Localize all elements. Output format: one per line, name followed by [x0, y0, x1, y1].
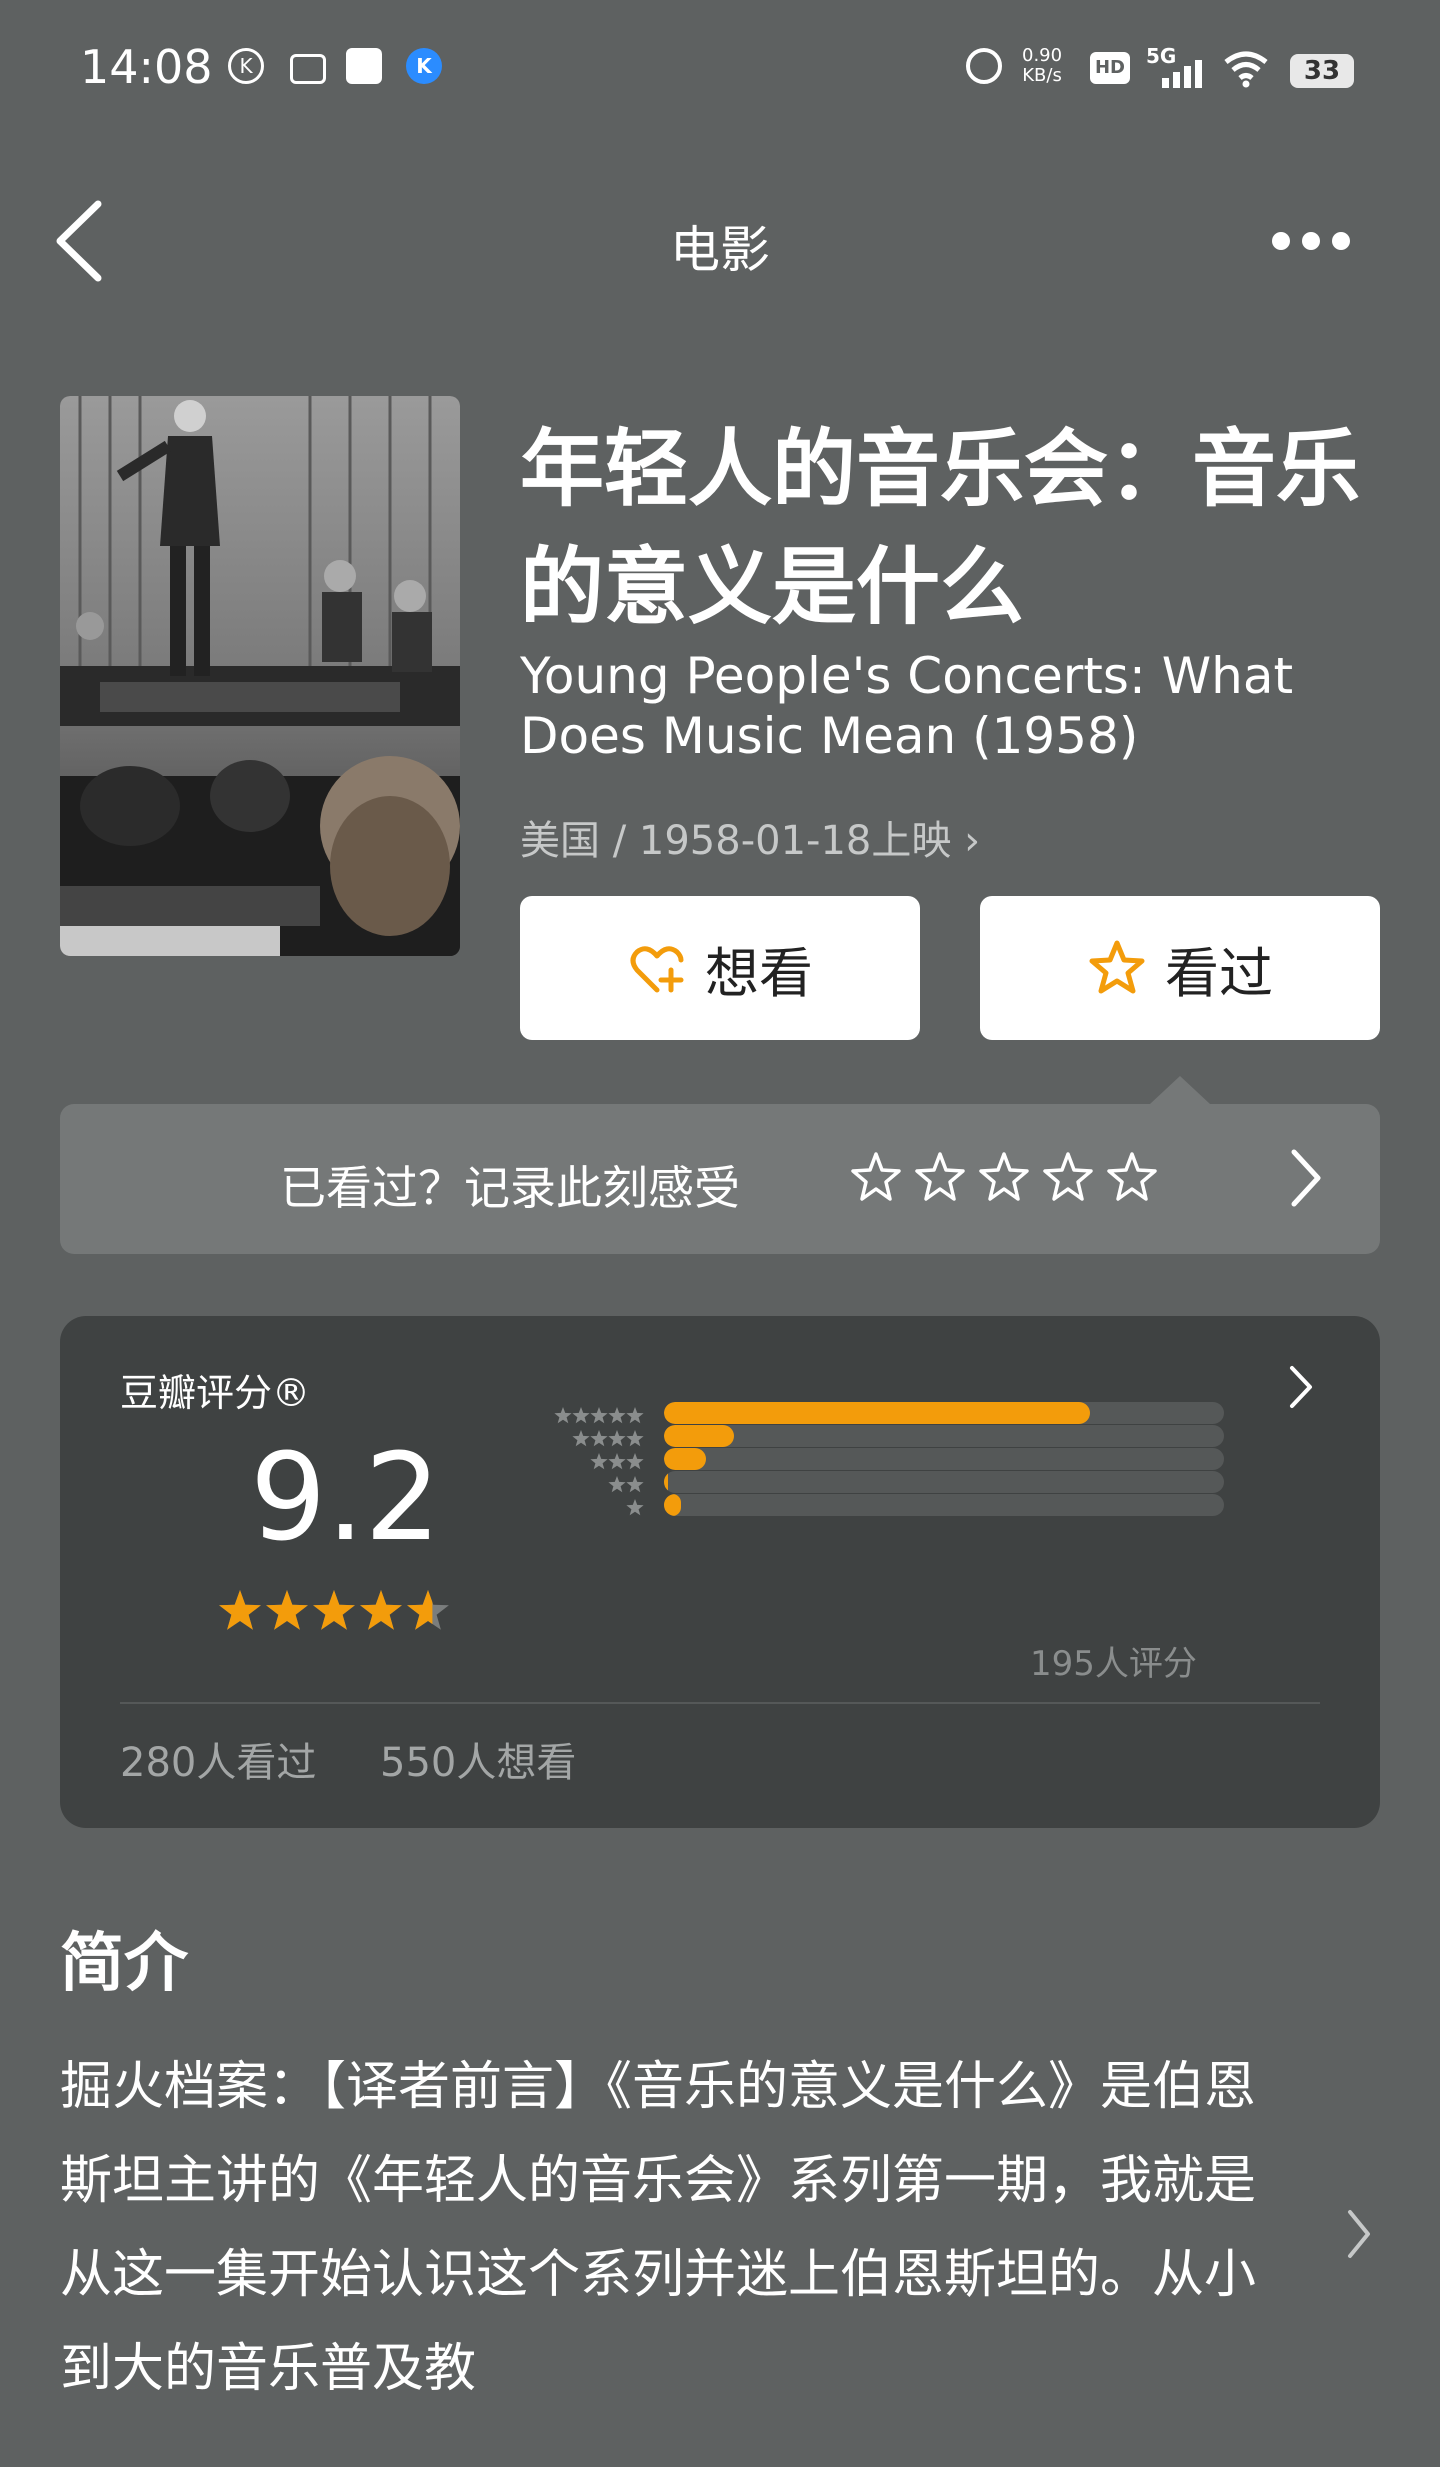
record-prompt: 已看过？记录此刻感受 [280, 1161, 740, 1215]
distribution-star [626, 1453, 644, 1470]
distribution-star [590, 1430, 608, 1447]
star-icon [1089, 940, 1145, 994]
battery-icon: 33 [1290, 54, 1354, 88]
record-rating-bar[interactable]: 已看过？记录此刻感受 [60, 1104, 1380, 1254]
tooltip-pointer [1150, 1076, 1210, 1104]
k-app-icon: K [228, 48, 264, 84]
distribution-star [590, 1407, 608, 1424]
seen-button[interactable]: 看过 [980, 896, 1380, 1040]
alarm-icon [966, 48, 1002, 84]
wifi-icon [1224, 51, 1268, 88]
chevron-right-icon[interactable] [1344, 2206, 1374, 2262]
tv-app-icon [290, 54, 326, 84]
seen-label: 看过 [1165, 941, 1273, 1005]
score-star [219, 1590, 261, 1630]
score-star [360, 1590, 402, 1630]
movie-poster[interactable] [60, 396, 460, 956]
score-star [313, 1590, 355, 1630]
want-label: 想看 [705, 941, 813, 1005]
signal-icon [1162, 60, 1202, 88]
rating-count: 195人评分 [1030, 1644, 1197, 1684]
distribution-star [626, 1430, 644, 1447]
score-star [266, 1590, 308, 1630]
distribution-stars-1 [626, 1499, 644, 1516]
distribution-star [572, 1407, 590, 1424]
distribution-star [608, 1407, 626, 1424]
card-divider [120, 1702, 1320, 1704]
distribution-star [608, 1476, 626, 1493]
more-options-button[interactable] [1262, 222, 1362, 262]
douban-rating-card[interactable]: 豆瓣评分® 9.2 195人评分 280人看过 550人想看 [60, 1316, 1380, 1828]
movie-title: 年轻人的音乐会：音乐的意义是什么 [520, 420, 1361, 636]
distribution-bar-fill [664, 1448, 706, 1470]
app-square-icon [346, 48, 382, 84]
distribution-bar-track [664, 1402, 1224, 1424]
more-dot-icon [1272, 232, 1290, 250]
back-button[interactable] [50, 196, 110, 286]
poster-image [60, 396, 460, 956]
distribution-star [590, 1453, 608, 1470]
intro-heading: 简介 [60, 1927, 188, 2001]
distribution-bar-fill [664, 1402, 1090, 1424]
rating-score: 9.2 [250, 1429, 441, 1568]
empty-stars-icon[interactable] [846, 1148, 1166, 1208]
page-title: 电影 [670, 221, 770, 279]
distribution-star [626, 1499, 644, 1516]
distribution-bar-fill [664, 1494, 681, 1516]
more-dot-icon [1332, 232, 1350, 250]
want-count[interactable]: 550人想看 [380, 1730, 576, 1788]
status-time: 14:08 [80, 40, 213, 94]
net-speed-unit: KB/s [1022, 65, 1062, 86]
distribution-star [572, 1430, 590, 1447]
distribution-star [626, 1407, 644, 1424]
distribution-bar-fill [664, 1471, 669, 1493]
chevron-right-icon [1290, 1366, 1312, 1408]
intro-text[interactable]: 掘火档案：【译者前言】《音乐的意义是什么》是伯恩斯坦主讲的《年轻人的音乐会》系列… [60, 2040, 1280, 2416]
distribution-bar-fill [664, 1425, 734, 1447]
score-stars-icon [219, 1590, 449, 1630]
distribution-star [608, 1430, 626, 1447]
seen-count[interactable]: 280人看过 [120, 1730, 316, 1788]
rating-label: 豆瓣评分® [120, 1371, 311, 1415]
k-blue-app-icon: K [406, 48, 442, 84]
want-to-watch-button[interactable]: 想看 [520, 896, 920, 1040]
hd-icon: HD [1090, 52, 1130, 84]
distribution-bar-track [664, 1425, 1224, 1447]
distribution-bar-track [664, 1448, 1224, 1470]
distribution-star [554, 1407, 572, 1424]
distribution-bar-track [664, 1494, 1224, 1516]
heart-plus-icon [630, 946, 684, 993]
more-dot-icon [1302, 232, 1320, 250]
chevron-right-icon [1291, 1149, 1321, 1207]
distribution-bar-track [664, 1471, 1224, 1493]
distribution-star [608, 1453, 626, 1470]
net-speed-value: 0.90 [1022, 45, 1063, 66]
distribution-star [626, 1476, 644, 1493]
net-speed: 0.90 KB/s [1022, 46, 1062, 86]
movie-release-info[interactable]: 美国 / 1958-01-18上映 › [520, 808, 980, 866]
movie-original-title: Young People's Concerts: What Does Music… [520, 647, 1294, 765]
